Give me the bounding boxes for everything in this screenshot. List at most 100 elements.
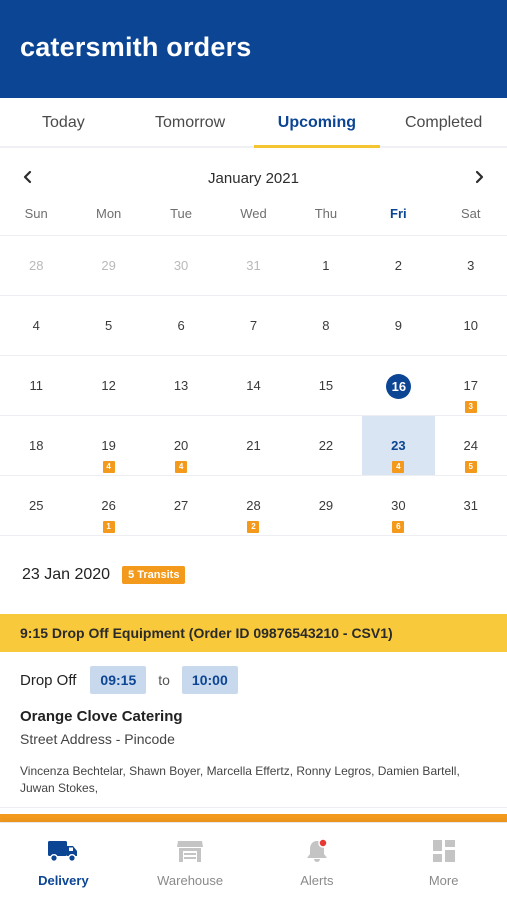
day-number: 26: [101, 498, 116, 513]
app-header: catersmith orders: [0, 0, 507, 98]
weekday-tue: Tue: [170, 206, 193, 221]
day-number: 1: [322, 258, 330, 273]
calendar-day[interactable]: 15: [289, 356, 363, 416]
to-label: to: [158, 672, 170, 688]
nav-alerts[interactable]: Alerts: [254, 823, 381, 900]
calendar-day[interactable]: 13: [144, 356, 218, 416]
day-number: 15: [318, 378, 334, 393]
day-number: 30: [391, 498, 406, 513]
calendar-day[interactable]: 30: [144, 236, 218, 296]
day-number: 13: [173, 378, 189, 393]
staff-list: Vincenza Bechtelar, Shawn Boyer, Marcell…: [20, 764, 460, 795]
calendar-day[interactable]: 24 5: [434, 416, 507, 476]
weekday-wed: Wed: [240, 206, 267, 221]
day-number: 21: [246, 438, 261, 453]
calendar-day[interactable]: 5: [72, 296, 145, 356]
tab-upcoming[interactable]: Upcoming: [253, 98, 381, 148]
order-card[interactable]: Drop Off 09:15 to 10:00 Orange Clove Cat…: [0, 652, 507, 808]
day-number: 7: [249, 318, 258, 333]
calendar-day[interactable]: 22: [289, 416, 363, 476]
order-count-badge: 1: [102, 521, 115, 533]
calendar-day[interactable]: 25: [0, 476, 73, 536]
order-count-badge: 3: [464, 401, 477, 413]
weekday-mon: Mon: [95, 206, 122, 221]
nav-delivery[interactable]: Delivery: [0, 823, 127, 900]
bottom-navigation: Delivery Warehouse Alerts More: [0, 822, 507, 900]
grid-icon: [427, 837, 461, 865]
day-number: 5: [105, 318, 113, 333]
month-navigation: January 2021: [0, 148, 507, 206]
calendar-day[interactable]: 10: [434, 296, 507, 356]
chevron-right-icon[interactable]: [467, 165, 491, 189]
order-title-bar[interactable]: 9:15 Drop Off Equipment (Order ID 098765…: [0, 614, 507, 652]
calendar-day[interactable]: 30 6: [362, 476, 435, 536]
order-type-label: Drop Off: [20, 671, 77, 689]
calendar-day[interactable]: 18: [0, 416, 73, 476]
tab-tomorrow[interactable]: Tomorrow: [127, 98, 254, 146]
calendar-day[interactable]: 6: [144, 296, 218, 356]
calendar-day[interactable]: 31: [434, 476, 507, 536]
calendar-day[interactable]: 9: [362, 296, 435, 356]
company-name: Orange Clove Catering: [20, 708, 183, 725]
calendar-day[interactable]: 29: [72, 236, 145, 296]
nav-more[interactable]: More: [380, 823, 507, 900]
day-number: 22: [318, 438, 334, 453]
calendar-day[interactable]: 11: [0, 356, 73, 416]
calendar-day[interactable]: 26 1: [72, 476, 145, 536]
calendar-day[interactable]: 2: [362, 236, 435, 296]
date-header: 23 Jan 2020 5 Transits: [0, 536, 507, 614]
calendar-day[interactable]: 3: [434, 236, 507, 296]
calendar: January 2021 Sun Mon Tue Wed Thu Fri Sat 28 29 3…: [0, 148, 507, 536]
bell-icon: [300, 837, 334, 865]
order-tabs: Today Tomorrow Upcoming Completed: [0, 98, 507, 148]
day-number: 31: [246, 258, 261, 273]
calendar-day[interactable]: 28: [0, 236, 73, 296]
day-number: 19: [101, 438, 116, 453]
day-number: 28: [28, 258, 44, 273]
calendar-day[interactable]: 7: [217, 296, 290, 356]
day-number: 2: [394, 258, 402, 273]
calendar-day[interactable]: 31: [217, 236, 290, 296]
calendar-day[interactable]: 29: [289, 476, 363, 536]
day-number: 3: [467, 258, 475, 273]
calendar-day[interactable]: 14: [217, 356, 290, 416]
company-address: Street Address - Pincode: [20, 731, 175, 747]
order-count-badge: 4: [102, 461, 115, 473]
calendar-day[interactable]: 20 4: [144, 416, 218, 476]
day-number: 12: [101, 378, 116, 393]
order-count-badge: 4: [175, 461, 188, 473]
selected-day-section: 23 Jan 2020 5 Transits 9:15 Drop Off Equ…: [0, 536, 507, 854]
day-number: 29: [318, 498, 334, 513]
day-number: 27: [173, 498, 189, 513]
nav-warehouse[interactable]: Warehouse: [127, 823, 254, 900]
day-number: 14: [246, 378, 261, 393]
day-number: 25: [28, 498, 44, 513]
nav-delivery-label: Delivery: [38, 873, 89, 888]
tab-completed[interactable]: Completed: [380, 98, 507, 146]
nav-more-label: More: [428, 873, 459, 888]
calendar-day[interactable]: 1: [289, 236, 363, 296]
tab-today[interactable]: Today: [0, 98, 127, 146]
calendar-day[interactable]: 4: [0, 296, 73, 356]
calendar-day[interactable]: 21: [217, 416, 290, 476]
time-row: Drop Off 09:15 to 10:00: [20, 666, 487, 694]
weekday-sun: Sun: [24, 206, 48, 221]
truck-icon: [46, 837, 80, 865]
calendar-day[interactable]: 8: [289, 296, 363, 356]
calendar-day[interactable]: 28 2: [217, 476, 290, 536]
calendar-day[interactable]: 23 4: [362, 416, 435, 476]
calendar-day[interactable]: 27: [144, 476, 218, 536]
start-time-chip: 09:15: [90, 666, 147, 694]
calendar-day[interactable]: 16: [362, 356, 435, 416]
month-label: January 2021: [208, 169, 299, 187]
day-number: 8: [322, 318, 330, 333]
warehouse-icon: [173, 837, 207, 865]
calendar-day[interactable]: 19 4: [72, 416, 145, 476]
day-number: 6: [177, 318, 185, 333]
chevron-left-icon[interactable]: [16, 165, 40, 189]
calendar-day[interactable]: 17 3: [434, 356, 507, 416]
day-number: 10: [463, 318, 479, 333]
day-number: 28: [246, 498, 261, 513]
calendar-day[interactable]: 12: [72, 356, 145, 416]
day-number: 29: [101, 258, 116, 273]
